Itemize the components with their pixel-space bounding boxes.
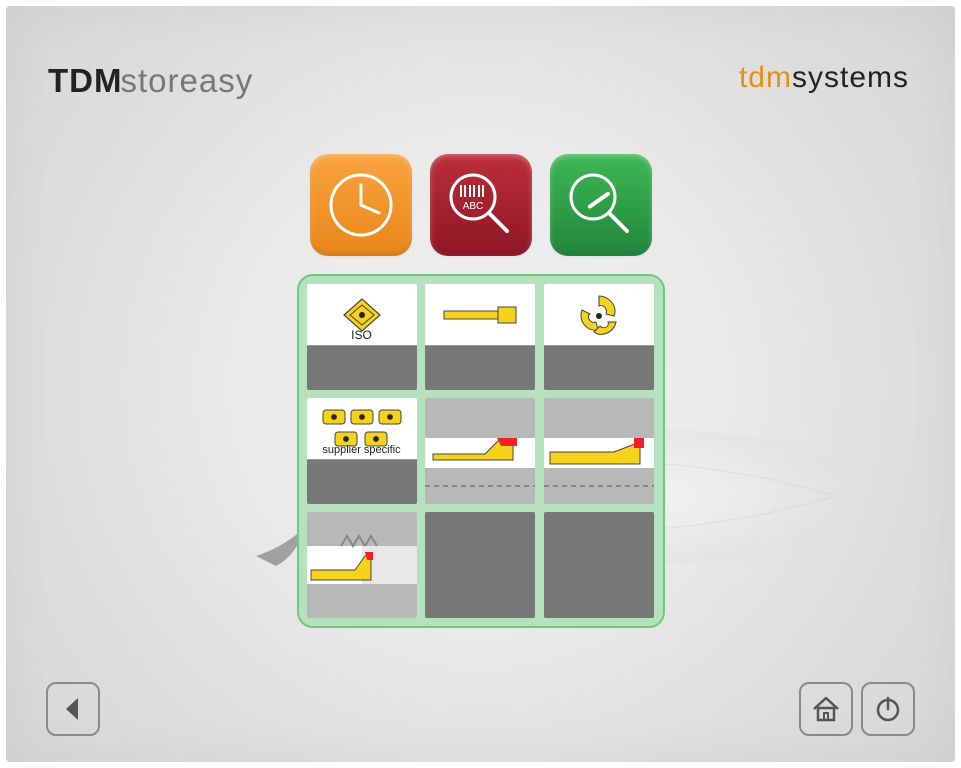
category-empty-2 bbox=[544, 512, 654, 618]
app-screen: TDMstoreasy tdmsystems bbox=[6, 6, 955, 762]
bar-tool-icon bbox=[440, 303, 520, 327]
turning-tool-a-icon bbox=[425, 398, 535, 504]
home-icon bbox=[811, 695, 841, 723]
category-bar-tool[interactable] bbox=[425, 284, 535, 390]
back-icon bbox=[62, 696, 84, 722]
category-turning-1[interactable] bbox=[425, 398, 535, 504]
vendor-logo-sys: systems bbox=[792, 61, 909, 94]
category-turning-2[interactable] bbox=[544, 398, 654, 504]
barcode-magnifier-icon: ABC bbox=[443, 167, 519, 243]
turning-tool-b-icon bbox=[544, 398, 654, 504]
svg-text:ABC: ABC bbox=[462, 201, 483, 212]
category-label bbox=[544, 342, 654, 345]
category-threading-insert[interactable] bbox=[544, 284, 654, 390]
back-button[interactable] bbox=[46, 682, 100, 736]
category-label: ISO bbox=[307, 328, 417, 345]
category-supplier[interactable]: supplier specific bbox=[307, 398, 417, 504]
app-logo: TDMstoreasy bbox=[48, 62, 253, 100]
tool-search-button[interactable] bbox=[550, 154, 652, 256]
category-grid: ISO bbox=[297, 274, 665, 628]
category-grooving[interactable] bbox=[307, 512, 417, 618]
recent-button[interactable] bbox=[310, 154, 412, 256]
app-logo-light: storeasy bbox=[120, 62, 253, 99]
category-empty-1 bbox=[425, 512, 535, 618]
category-iso[interactable]: ISO bbox=[307, 284, 417, 390]
category-label: supplier specific bbox=[307, 444, 417, 459]
power-button[interactable] bbox=[861, 682, 915, 736]
grooving-tool-icon bbox=[307, 512, 417, 618]
vendor-logo: tdmsystems bbox=[739, 61, 909, 95]
tool-magnifier-icon bbox=[563, 167, 639, 243]
threading-insert-icon bbox=[574, 292, 624, 338]
power-icon bbox=[874, 695, 902, 723]
top-button-row: ABC bbox=[310, 154, 652, 256]
barcode-search-button[interactable]: ABC bbox=[430, 154, 532, 256]
clock-icon bbox=[325, 169, 397, 241]
home-button[interactable] bbox=[799, 682, 853, 736]
category-label bbox=[425, 342, 535, 345]
app-logo-bold: TDM bbox=[48, 62, 122, 99]
vendor-logo-tdm: tdm bbox=[739, 61, 792, 94]
